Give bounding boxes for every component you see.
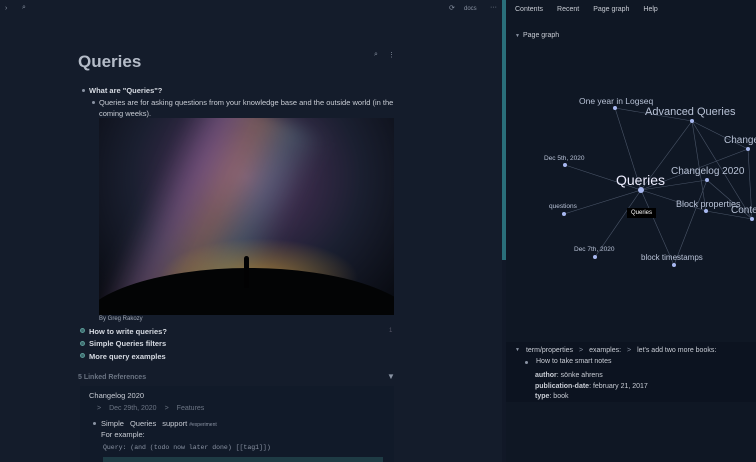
graph-node[interactable] (563, 163, 567, 167)
property: author: sönke ahrens (535, 372, 603, 379)
block-text[interactable]: coming weeks). (99, 109, 151, 118)
graph-label[interactable]: Change (724, 135, 756, 146)
more-menu-icon[interactable]: ··· (490, 4, 497, 11)
block-what-are-queries[interactable]: What are "Queries"? (89, 86, 162, 95)
breadcrumb-sep: > (97, 405, 102, 412)
bullet[interactable] (525, 361, 528, 364)
query-results (103, 457, 383, 462)
toggle-sidebar-icon[interactable]: › (5, 5, 7, 12)
breadcrumb-item[interactable]: Dec 29th, 2020 (109, 405, 156, 412)
query-text[interactable]: Query: (and (todo now later done) [[tag1… (103, 444, 271, 451)
graph-label[interactable]: block timestamps (641, 253, 703, 262)
graph-node[interactable] (704, 209, 708, 213)
sync-icon[interactable]: ⟳ (449, 4, 455, 12)
property: publication-date: february 21, 2017 (535, 382, 648, 390)
search-icon[interactable]: ⌕ (22, 4, 26, 12)
block-text[interactable]: Queries are for asking questions from yo… (99, 98, 393, 107)
breadcrumb-item[interactable]: Features (177, 405, 205, 412)
graph-label[interactable]: Changelog 2020 (671, 166, 744, 177)
graph-tooltip: Queries (627, 208, 657, 218)
breadcrumb-sep: > (164, 405, 169, 412)
collapsed-bullet[interactable] (80, 341, 85, 346)
graph-label[interactable]: One year in Logseq (579, 96, 653, 106)
graph-node[interactable] (750, 217, 754, 221)
bullet[interactable] (93, 422, 96, 425)
graph-edges (563, 107, 753, 266)
graph-node[interactable] (746, 147, 750, 151)
graph-label[interactable]: Dec 7th, 2020 (574, 246, 614, 253)
page-search-icon[interactable]: ⌕ (374, 51, 378, 59)
graph-label[interactable]: Conte (731, 205, 756, 216)
block-how-to-write[interactable]: How to write queries? (89, 327, 167, 336)
right-sidebar: Contents Recent Page graph Help ▼ Page g… (506, 0, 756, 462)
word: support (162, 419, 188, 428)
block-more-examples[interactable]: More query examples (89, 352, 166, 361)
breadcrumb-item[interactable]: examples: (589, 347, 621, 354)
graph-label[interactable]: questions (549, 203, 577, 210)
bullet[interactable] (82, 89, 85, 92)
breadcrumb-item[interactable]: let's add two more books: (637, 347, 716, 354)
word: Simple (101, 419, 124, 428)
book-page-ref[interactable]: How to take smart notes (536, 358, 611, 365)
graph-node[interactable] (672, 263, 676, 267)
milky-way-image (99, 118, 394, 315)
page-ref[interactable]: Queries (130, 419, 156, 428)
example-label: For example: (101, 430, 145, 439)
reference-block[interactable]: Simple Queries support #experiment (101, 419, 217, 428)
graph-node[interactable] (562, 212, 566, 216)
graph-label[interactable]: Advanced Queries (645, 106, 736, 118)
reference-page-link[interactable]: Changelog 2020 (89, 391, 144, 400)
sidebar-breadcrumb: ▼ term/properties > examples: > let's add … (515, 347, 717, 354)
tag-experiment[interactable]: #experiment (189, 422, 217, 428)
linked-references-header[interactable]: 5 Linked References (78, 374, 146, 381)
graph-label[interactable]: Dec 5th, 2020 (544, 155, 584, 162)
bullet[interactable] (92, 101, 95, 104)
breadcrumb: > Dec 29th, 2020 > Features (97, 405, 204, 412)
graph-node[interactable] (705, 178, 709, 182)
graph-label[interactable]: Queries (616, 172, 665, 188)
properties: author: sönke ahrens publication-date: f… (535, 371, 648, 403)
property: type: book (535, 393, 569, 400)
page-menu-icon[interactable]: ⋮ (388, 51, 395, 59)
repo-selector[interactable]: docs (464, 6, 477, 12)
image-caption: By Greg Rakozy (99, 316, 143, 322)
block-simple-filters[interactable]: Simple Queries filters (89, 339, 166, 348)
collapsed-bullet[interactable] (80, 328, 85, 333)
main-content: › ⌕ ⟳ docs ··· Queries ⌕ ⋮ What are "Que… (0, 0, 502, 462)
graph-node[interactable] (613, 106, 617, 110)
breadcrumb-item[interactable]: term/properties (526, 347, 573, 354)
page-title[interactable]: Queries (78, 52, 141, 72)
collapsed-bullet[interactable] (80, 353, 85, 358)
graph-node[interactable] (690, 119, 694, 123)
graph-node[interactable] (593, 255, 597, 259)
child-count: 1 (389, 328, 393, 334)
filter-icon[interactable]: ▼ (387, 372, 395, 381)
